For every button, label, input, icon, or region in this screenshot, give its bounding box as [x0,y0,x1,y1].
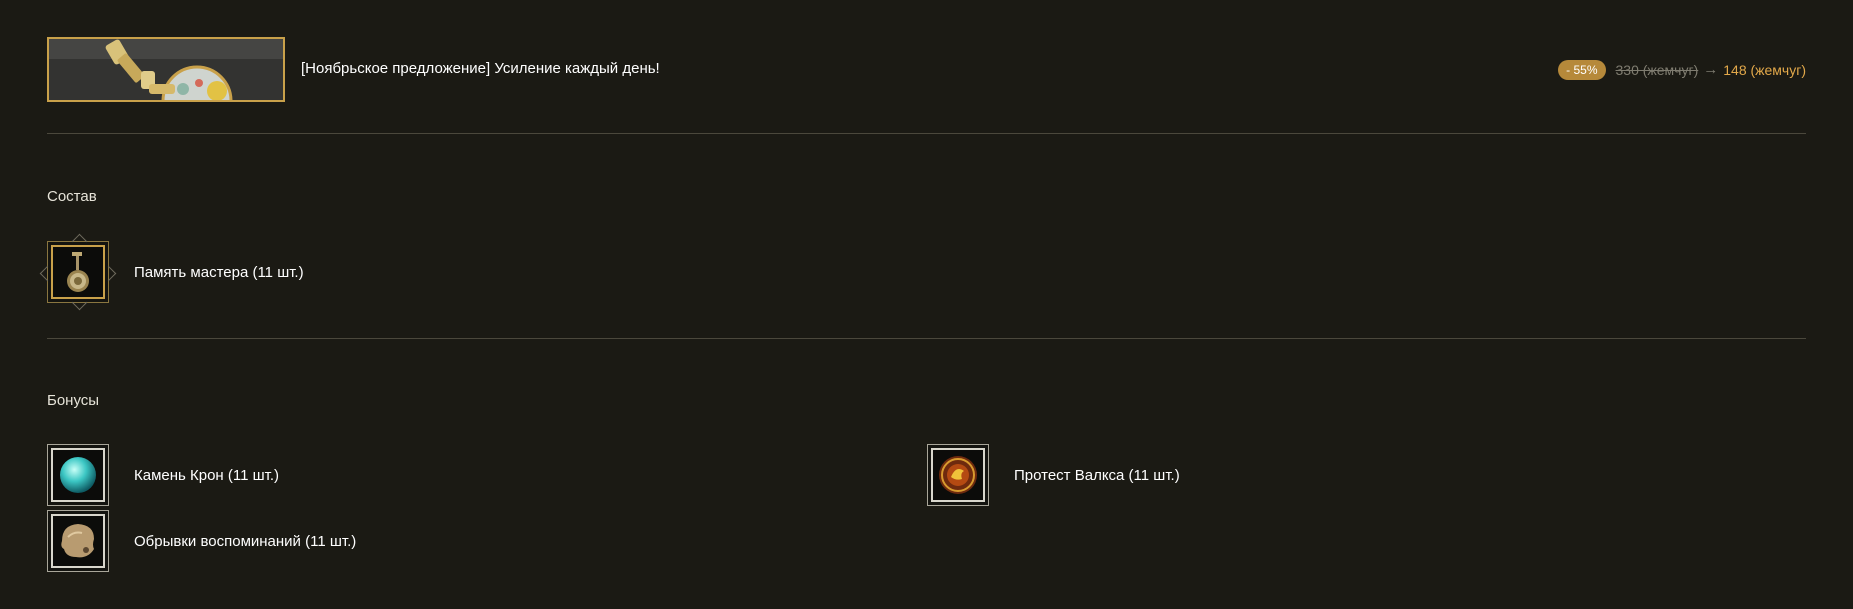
product-image[interactable] [47,37,285,102]
bonus-item-cron-stone[interactable]: Камень Крон (11 шт.) [47,444,279,506]
item-slot [47,510,109,572]
item-slot [39,233,117,311]
item-label: Обрывки воспоминаний (11 шт.) [134,532,357,550]
bonuses-title: Бонусы [47,392,100,409]
item-label: Память мастера (11 шт.) [134,263,304,281]
composition-title: Состав [47,188,97,205]
price-arrow-icon: → [1703,61,1719,78]
divider [47,133,1806,134]
memory-fragment-icon [61,524,94,558]
old-price: 330 (жемчуг) [1615,62,1699,78]
master-memory-icon [67,252,89,292]
composition-item[interactable]: Память мастера (11 шт.) [39,233,304,311]
divider [47,338,1806,339]
item-slot [927,444,989,506]
shop-item-details: [Ноябрьское предложение] Усиление каждый… [0,0,1853,609]
item-slot [47,444,109,506]
new-price: 148 (жемчуг) [1723,62,1806,78]
cron-stone-icon [60,457,96,493]
artifact-pendant-icon [49,39,283,100]
bonus-item-valks-cry[interactable]: Протест Валкса (11 шт.) [927,444,1180,506]
discount-badge: - 55% [1558,60,1606,80]
item-label: Протест Валкса (11 шт.) [1014,466,1180,484]
item-label: Камень Крон (11 шт.) [134,466,280,484]
product-title: [Ноябрьское предложение] Усиление каждый… [301,60,660,77]
bonus-item-memory-fragment[interactable]: Обрывки воспоминаний (11 шт.) [47,510,356,572]
price-box: - 55% 330 (жемчуг) → 148 (жемчуг) [1558,60,1806,80]
valks-cry-icon [939,456,977,494]
